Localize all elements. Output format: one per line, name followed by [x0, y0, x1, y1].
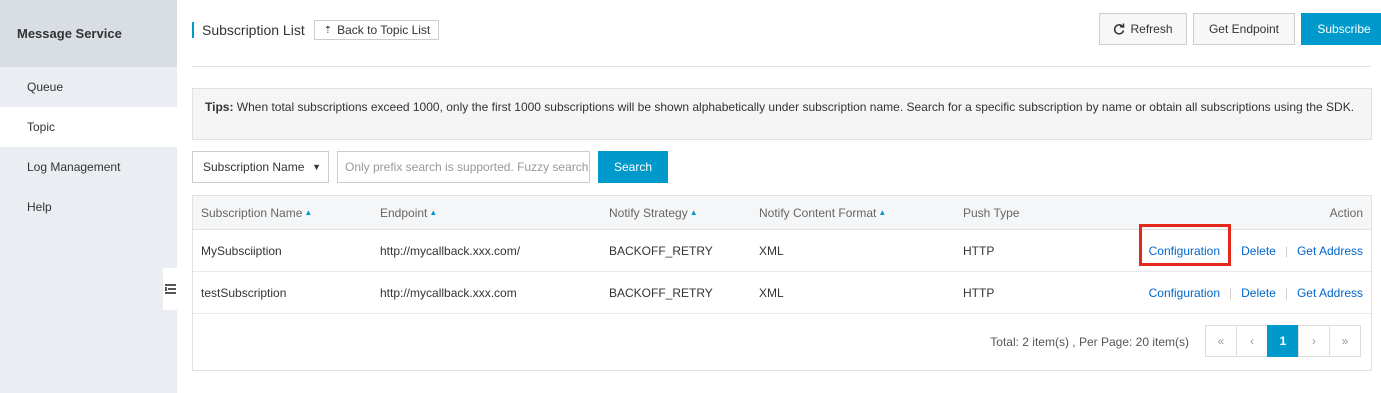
- sidebar-item-topic[interactable]: Topic: [0, 107, 177, 147]
- search-field-select-value: Subscription Name: [203, 160, 305, 174]
- action-separator: |: [1229, 243, 1233, 258]
- tips-banner: Tips: When total subscriptions exceed 10…: [192, 88, 1372, 140]
- column-header-notify-strategy[interactable]: Notify Strategy ▲: [609, 196, 698, 229]
- column-header-label: Subscription Name: [201, 205, 303, 220]
- subscription-name-cell: testSubscription: [201, 285, 287, 300]
- next-page-button[interactable]: ›: [1298, 325, 1330, 357]
- notify-content-format-cell: XML: [759, 243, 784, 258]
- column-header-action: Action: [1329, 205, 1363, 220]
- sidebar-item-help[interactable]: Help: [0, 187, 177, 227]
- sort-icon: ▲: [878, 208, 887, 217]
- table-footer: Total: 2 item(s) , Per Page: 20 item(s) …: [193, 314, 1371, 370]
- action-separator: |: [1284, 243, 1288, 258]
- current-page-button[interactable]: 1: [1267, 325, 1299, 357]
- table-row: testSubscription http://mycallback.xxx.c…: [193, 272, 1371, 314]
- search-field-select[interactable]: Subscription Name ▼: [192, 151, 329, 183]
- caret-down-icon: ▼: [312, 162, 321, 172]
- sort-icon: ▲: [429, 208, 438, 217]
- refresh-button[interactable]: Refresh: [1099, 13, 1187, 45]
- column-header-subscription-name[interactable]: Subscription Name ▲: [201, 196, 312, 229]
- search-input[interactable]: [337, 151, 590, 183]
- subscribe-button[interactable]: Subscribe: [1301, 13, 1381, 45]
- get-address-link[interactable]: Get Address: [1297, 286, 1363, 300]
- sidebar: Message Service Queue Topic Log Manageme…: [0, 0, 177, 393]
- sidebar-item-queue[interactable]: Queue: [0, 67, 177, 107]
- refresh-label: Refresh: [1130, 22, 1173, 36]
- column-header-endpoint[interactable]: Endpoint ▲: [380, 196, 437, 229]
- get-endpoint-button[interactable]: Get Endpoint: [1193, 13, 1295, 45]
- delete-link[interactable]: Delete: [1241, 286, 1276, 300]
- notify-strategy-cell: BACKOFF_RETRY: [609, 243, 713, 258]
- table-row: MySubsciiption http://mycallback.xxx.com…: [193, 224, 1371, 272]
- action-separator: |: [1284, 285, 1288, 300]
- pagination: « ‹ 1 › »: [1205, 325, 1361, 357]
- configuration-link[interactable]: Configuration: [1149, 244, 1220, 258]
- push-type-cell: HTTP: [963, 243, 995, 258]
- tips-text: When total subscriptions exceed 1000, on…: [233, 100, 1355, 114]
- column-header-notify-content-format[interactable]: Notify Content Format ▲: [759, 196, 886, 229]
- column-header-label: Notify Content Format: [759, 205, 877, 220]
- sidebar-item-log-management[interactable]: Log Management: [0, 147, 177, 187]
- notify-strategy-cell: BACKOFF_RETRY: [609, 285, 713, 300]
- notify-content-format-cell: XML: [759, 285, 784, 300]
- table-header: Subscription Name ▲ Endpoint ▲ Notify Stra…: [193, 196, 1371, 230]
- prev-page-button[interactable]: ‹: [1236, 325, 1268, 357]
- refresh-icon: [1114, 23, 1125, 35]
- get-address-link[interactable]: Get Address: [1297, 244, 1363, 258]
- back-to-topic-list-label: Back to Topic List: [337, 23, 431, 37]
- action-cell: Configuration | Delete | Get Address: [1149, 230, 1363, 271]
- column-header-label: Endpoint: [380, 205, 428, 220]
- action-separator: |: [1229, 285, 1233, 300]
- search-button[interactable]: Search: [598, 151, 668, 183]
- sidebar-collapse-handle[interactable]: [163, 268, 177, 310]
- sort-icon: ▲: [304, 208, 313, 217]
- page-title: Subscription List: [202, 22, 305, 38]
- main-content: Subscription List ⇡ Back to Topic List R…: [177, 0, 1381, 393]
- subscription-table: Subscription Name ▲ Endpoint ▲ Notify Stra…: [192, 195, 1372, 371]
- push-type-cell: HTTP: [963, 285, 995, 300]
- endpoint-cell: http://mycallback.xxx.com/: [380, 243, 521, 258]
- sort-icon: ▲: [689, 208, 698, 217]
- page-header: Subscription List ⇡ Back to Topic List R…: [192, 0, 1381, 67]
- action-cell: Configuration | Delete | Get Address: [1149, 272, 1363, 313]
- column-header-label: Notify Strategy: [609, 205, 688, 220]
- configuration-link[interactable]: Configuration: [1149, 286, 1220, 300]
- back-to-topic-list-button[interactable]: ⇡ Back to Topic List: [313, 20, 440, 40]
- first-page-button[interactable]: «: [1205, 325, 1237, 357]
- sidebar-title: Message Service: [0, 0, 177, 67]
- list-collapse-icon: [164, 284, 176, 294]
- column-header-push-type: Push Type: [963, 205, 1020, 220]
- endpoint-cell: http://mycallback.xxx.com: [380, 285, 517, 300]
- back-arrow-icon: ⇡: [323, 24, 333, 36]
- delete-link[interactable]: Delete: [1241, 244, 1276, 258]
- pagination-total: Total: 2 item(s) , Per Page: 20 item(s): [990, 335, 1189, 349]
- title-accent-bar: [192, 22, 194, 38]
- tips-prefix: Tips:: [205, 100, 234, 114]
- last-page-button[interactable]: »: [1329, 325, 1361, 357]
- subscription-name-cell: MySubsciiption: [201, 243, 282, 258]
